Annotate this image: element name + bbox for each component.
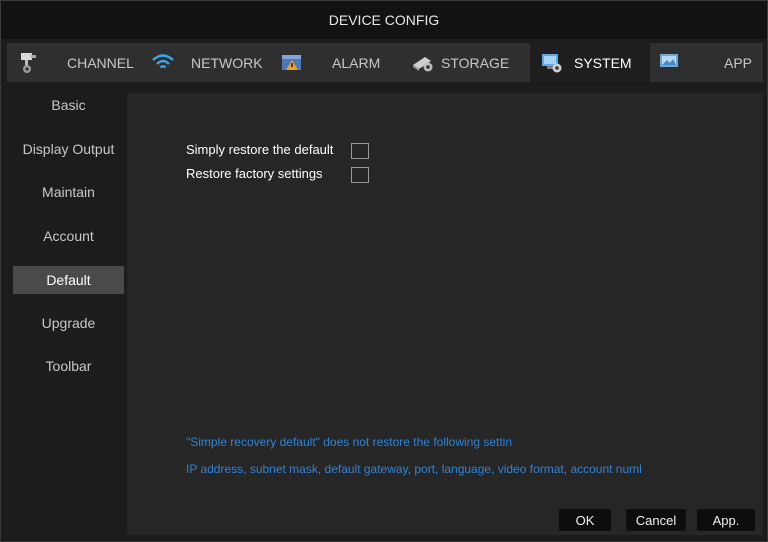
camera-icon [17, 51, 41, 73]
ok-button[interactable]: OK [559, 509, 611, 531]
wifi-icon [151, 51, 175, 73]
factory-restore-label: Restore factory settings [186, 166, 323, 181]
tab-app[interactable]: APP [650, 43, 763, 82]
device-config-window: DEVICE CONFIG CHANNEL NETWORK ALARM STOR… [0, 0, 768, 542]
cancel-button[interactable]: Cancel [626, 509, 686, 531]
alarm-icon [280, 51, 304, 73]
tab-system-label: SYSTEM [574, 55, 632, 71]
tab-app-label: APP [724, 55, 753, 71]
tab-system[interactable]: SYSTEM [530, 43, 650, 82]
sidebar: Basic Display Output Maintain Account De… [7, 85, 124, 535]
restore-note-line1: "Simple recovery default" does not resto… [186, 435, 513, 449]
default-settings-panel: Simply restore the default Restore facto… [127, 93, 763, 535]
restore-note-line2: IP address, subnet mask, default gateway… [186, 462, 642, 476]
storage-icon [411, 51, 435, 73]
sidebar-item-account[interactable]: Account [13, 222, 124, 250]
simple-restore-label: Simply restore the default [186, 142, 334, 157]
app-icon [658, 51, 682, 73]
simple-restore-checkbox[interactable] [351, 143, 369, 159]
sidebar-item-toolbar[interactable]: Toolbar [13, 352, 124, 380]
system-icon [540, 51, 564, 73]
tab-storage[interactable]: STORAGE [395, 43, 530, 82]
sidebar-item-upgrade[interactable]: Upgrade [13, 309, 124, 337]
window-title: DEVICE CONFIG [1, 1, 767, 39]
tab-network[interactable]: NETWORK [137, 43, 270, 82]
tab-channel[interactable]: CHANNEL [7, 43, 137, 82]
tab-channel-label: CHANNEL [67, 55, 134, 71]
tab-alarm-label: ALARM [332, 55, 381, 71]
sidebar-item-maintain[interactable]: Maintain [13, 178, 124, 206]
factory-restore-checkbox[interactable] [351, 167, 369, 183]
tab-alarm[interactable]: ALARM [270, 43, 395, 82]
sidebar-item-display-output[interactable]: Display Output [13, 135, 124, 163]
sidebar-item-basic[interactable]: Basic [13, 91, 124, 119]
apply-button[interactable]: App. [697, 509, 755, 531]
tab-network-label: NETWORK [191, 55, 263, 71]
tab-storage-label: STORAGE [441, 55, 510, 71]
tab-bar: CHANNEL NETWORK ALARM STORAGE SYSTEM APP [7, 43, 763, 82]
sidebar-item-default[interactable]: Default [13, 266, 124, 294]
